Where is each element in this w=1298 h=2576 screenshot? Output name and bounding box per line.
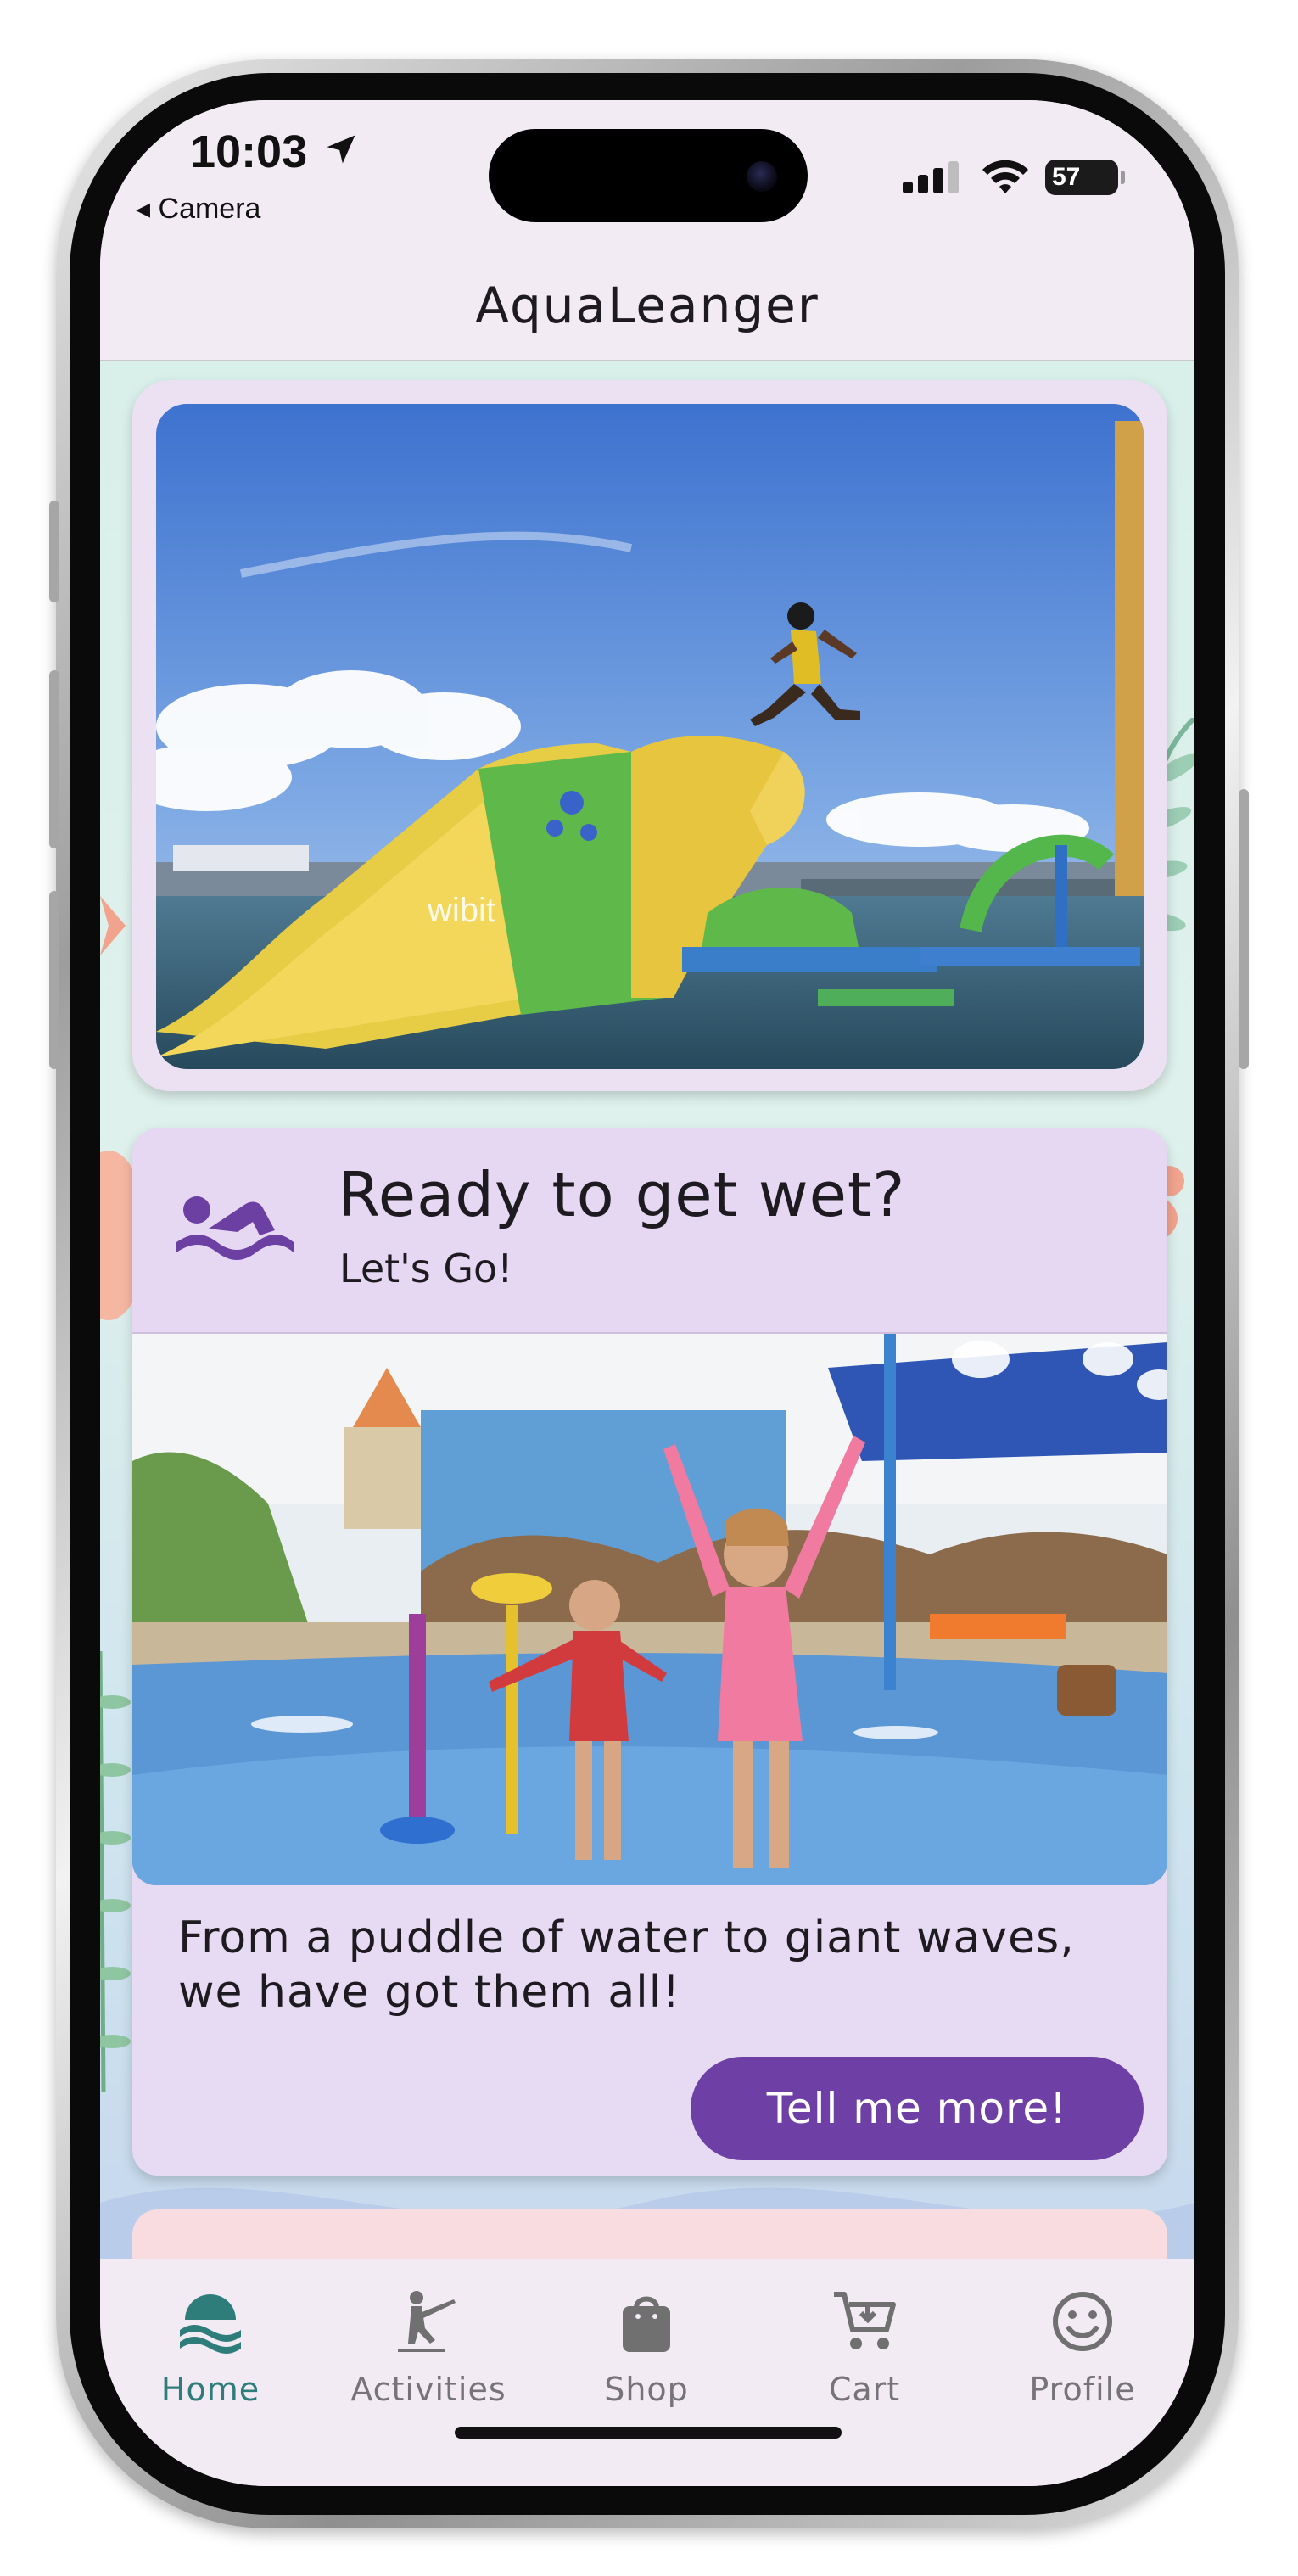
status-time: 10:03: [190, 126, 308, 177]
nav-shop[interactable]: Shop: [553, 2267, 740, 2420]
power-button: [1239, 789, 1249, 1069]
nav-cart-label: Cart: [828, 2371, 901, 2408]
waves-icon: [180, 2294, 241, 2354]
shopping-bag-icon: [623, 2296, 670, 2352]
app-bar: AquaLeanger: [100, 244, 1194, 361]
nav-profile[interactable]: Profile: [989, 2267, 1176, 2420]
volume-down-button: [49, 891, 59, 1069]
nav-activities[interactable]: Activities: [335, 2267, 522, 2420]
splash-pad-image: [132, 1334, 1167, 1885]
svg-text:wibit: wibit: [427, 892, 495, 929]
app-title: AquaLeanger: [475, 277, 820, 334]
promo-card[interactable]: Ready to get wet? Let's Go! From a puddl…: [132, 1128, 1167, 2176]
swimmer-icon: [176, 1196, 294, 1260]
tell-me-more-button[interactable]: Tell me more!: [691, 2057, 1144, 2160]
bottom-navigation: Home Activities Shop Cart Profile: [100, 2259, 1194, 2486]
nav-home[interactable]: Home: [117, 2267, 304, 2420]
water-ski-icon: [398, 2291, 456, 2352]
fern-decoration: [100, 1651, 131, 2092]
location-arrow-icon: [327, 135, 355, 164]
nav-shop-label: Shop: [604, 2371, 689, 2408]
promo-description: From a puddle of water to giant waves, w…: [178, 1912, 1075, 2018]
action-button: [49, 501, 59, 602]
front-camera: [747, 161, 777, 192]
battery-indicator: 57: [1045, 160, 1125, 195]
home-indicator[interactable]: [455, 2427, 842, 2439]
kids-splash-pad-illustration: [132, 1334, 1167, 1885]
inflatable-water-park-illustration: wibit: [156, 404, 1144, 1069]
cart-icon: [834, 2292, 896, 2349]
wifi-icon: [982, 160, 1028, 193]
promo-card-header: Ready to get wet? Let's Go!: [132, 1128, 1167, 1334]
nav-home-label: Home: [160, 2371, 260, 2408]
volume-up-button: [49, 670, 59, 848]
cellular-signal-icon: [903, 161, 959, 193]
nav-activities-label: Activities: [350, 2371, 506, 2408]
hero-water-park-image: wibit: [156, 404, 1144, 1069]
back-to-app-link[interactable]: ◂ Camera: [136, 192, 260, 226]
promo-title: Ready to get wet?: [338, 1159, 906, 1230]
nav-cart[interactable]: Cart: [771, 2267, 958, 2420]
status-bar: 10:03 ◂ Camera 57: [100, 100, 1194, 244]
promo-subtitle: Let's Go!: [339, 1246, 513, 1291]
smiley-icon: [1053, 2292, 1112, 2351]
nav-profile-label: Profile: [1029, 2371, 1136, 2408]
screen: 10:03 ◂ Camera 57 AquaLeanger wibit Read…: [100, 100, 1194, 2486]
